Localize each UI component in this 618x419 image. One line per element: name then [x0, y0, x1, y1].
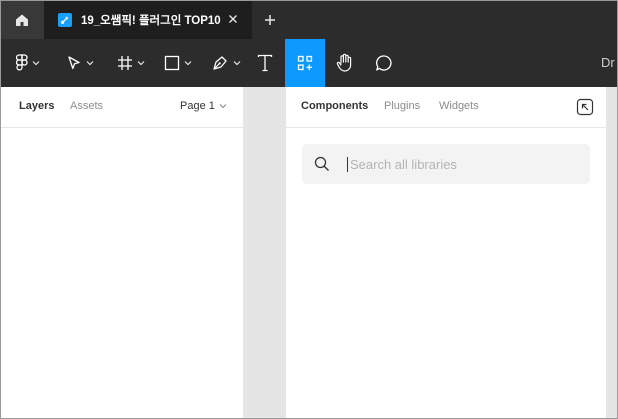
close-icon — [229, 15, 237, 23]
chevron-down-icon — [32, 61, 40, 66]
page-selector-label: Page 1 — [180, 100, 215, 112]
library-search-box[interactable] — [302, 144, 590, 184]
figma-logo-icon — [16, 54, 28, 71]
resources-tool-button[interactable] — [285, 39, 325, 87]
tab-plugins[interactable]: Plugins — [384, 100, 420, 112]
chevron-down-icon — [233, 61, 241, 66]
tab-components[interactable]: Components — [301, 100, 368, 112]
move-tool-button[interactable] — [60, 39, 100, 87]
chevron-down-icon — [137, 61, 145, 66]
main-menu-button[interactable] — [8, 39, 48, 87]
plus-icon — [265, 15, 275, 25]
home-icon — [16, 14, 28, 26]
chevron-down-icon — [219, 104, 227, 109]
tab-bar: 19_오쌤픽! 플러그인 TOP10 — [0, 0, 618, 40]
frame-hash-icon — [118, 56, 132, 70]
text-cursor — [347, 157, 348, 172]
collapse-panel-button[interactable] — [576, 98, 594, 116]
pen-tool-button[interactable] — [206, 39, 246, 87]
cursor-arrow-icon — [68, 56, 80, 70]
chevron-down-icon — [184, 61, 192, 66]
left-panel-header: Layers Assets Page 1 — [0, 87, 243, 128]
text-T-icon — [257, 54, 273, 72]
resources-grid-icon — [297, 55, 313, 71]
resources-panel-header: Components Plugins Widgets — [286, 87, 606, 128]
rectangle-icon — [164, 55, 180, 71]
hand-icon — [336, 53, 352, 72]
comment-bubble-icon — [376, 55, 392, 71]
tab-layers[interactable]: Layers — [19, 100, 54, 112]
tab-title: 19_오쌤픽! 플러그인 TOP10 — [81, 14, 221, 27]
frame-tool-button[interactable] — [111, 39, 151, 87]
figma-file-icon — [58, 12, 72, 27]
toolbar: Dr — [0, 39, 618, 87]
tab-widgets[interactable]: Widgets — [439, 100, 479, 112]
document-label[interactable]: Dr — [601, 55, 615, 70]
collapse-arrow-icon — [576, 98, 594, 116]
home-button[interactable] — [0, 0, 44, 39]
new-tab-button[interactable] — [260, 10, 280, 30]
search-icon — [314, 156, 329, 171]
tab-assets[interactable]: Assets — [70, 100, 103, 112]
shape-tool-button[interactable] — [158, 39, 198, 87]
hand-tool-button[interactable] — [330, 39, 360, 87]
resources-panel: Components Plugins Widgets — [285, 87, 607, 418]
pen-icon — [213, 56, 227, 70]
figma-window: 19_오쌤픽! 플러그인 TOP10 Dr Layers Assets Page… — [0, 0, 618, 419]
file-tab[interactable]: 19_오쌤픽! 플러그인 TOP10 — [44, 0, 252, 39]
comment-tool-button[interactable] — [369, 39, 399, 87]
page-selector[interactable]: Page 1 — [180, 100, 227, 112]
search-input[interactable] — [350, 154, 580, 174]
text-tool-button[interactable] — [250, 39, 280, 87]
chevron-down-icon — [86, 61, 94, 66]
left-panel: Layers Assets Page 1 — [0, 87, 244, 418]
close-tab-button[interactable] — [226, 12, 240, 26]
